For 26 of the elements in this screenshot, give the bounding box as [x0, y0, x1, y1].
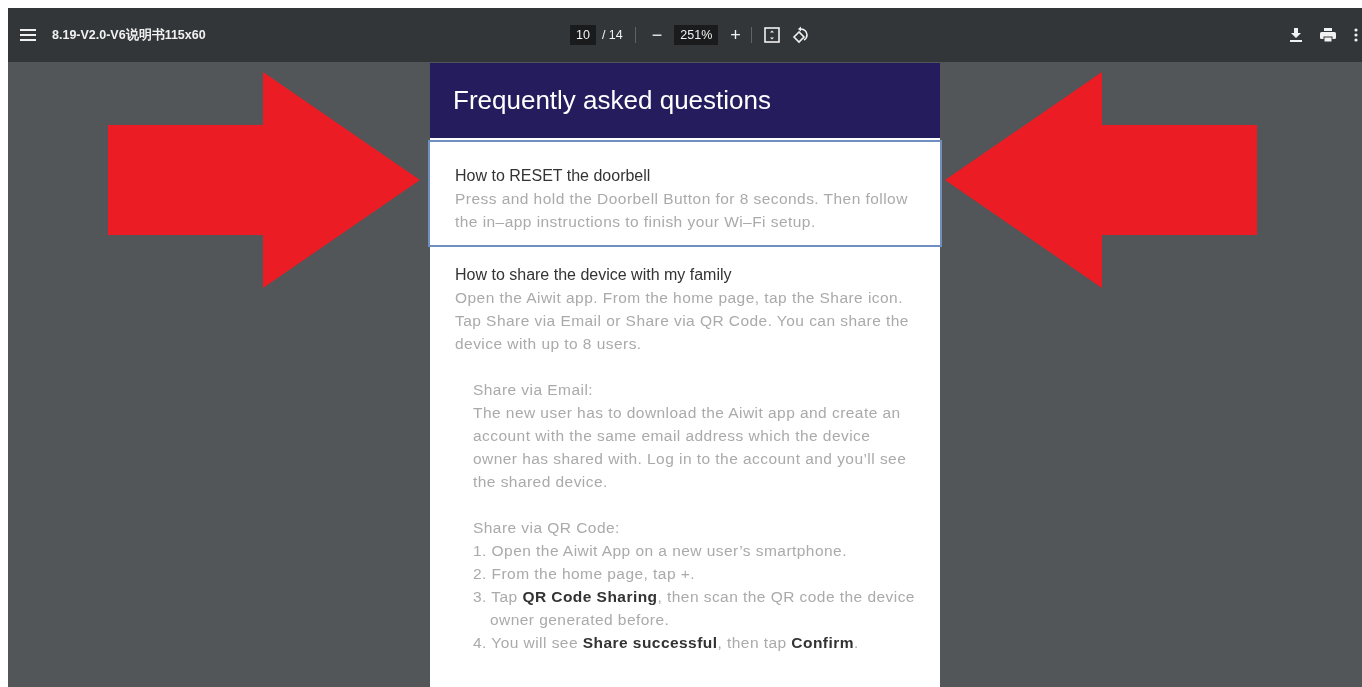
step-text: 3. Tap QR Code Sharing, then scan the QR code the device owner generated before.	[473, 587, 915, 630]
step-text: 1. Open the Aiwit App on a new user’s smartphone.	[473, 541, 848, 561]
faq-question: How to RESET the doorbell	[455, 166, 652, 186]
more-icon[interactable]	[1354, 28, 1358, 42]
page-heading: Frequently asked questions	[453, 85, 771, 116]
step-text: 4. You will see Share successful, then tap Confirm.	[473, 633, 860, 653]
menu-icon[interactable]	[20, 29, 36, 41]
faq-question: How to share the device with my family	[455, 265, 733, 285]
rotate-icon[interactable]	[791, 26, 810, 44]
faq-answer: Press and hold the Doorbell Button for 8 seconds. Then follow the in–app instructions to finish your Wi–Fi setup.	[455, 189, 909, 232]
document-title: 8.19-V2.0-V6说明书115x60	[52, 26, 206, 44]
zoom-field[interactable]: 251%	[674, 25, 719, 45]
page-number-field[interactable]: 10	[570, 25, 596, 45]
section-title: Share via QR Code:	[473, 518, 621, 538]
page-count: / 14	[601, 28, 623, 42]
step-text: 2. From the home page, tap +.	[473, 564, 696, 584]
faq-answer: Open the Aiwit app. From the home page, tap the Share icon. Tap Share via Email or Share via QR Code. You can share the device with up to 8 users.	[455, 288, 910, 354]
print-icon[interactable]	[1320, 28, 1336, 42]
right-arrow-icon	[108, 72, 420, 288]
section-title: Share via Email:	[473, 380, 595, 400]
fit-page-icon[interactable]	[763, 27, 780, 43]
left-arrow-icon	[945, 72, 1257, 288]
section-text: The new user has to download the Aiwit app and create an account with the same email address which the device owner has shared with. Log in to the account and you’ll see the shared device.	[473, 403, 908, 492]
zoom-out-button[interactable]: −	[647, 24, 667, 46]
zoom-in-button[interactable]: +	[726, 24, 745, 46]
download-icon[interactable]	[1290, 28, 1302, 42]
